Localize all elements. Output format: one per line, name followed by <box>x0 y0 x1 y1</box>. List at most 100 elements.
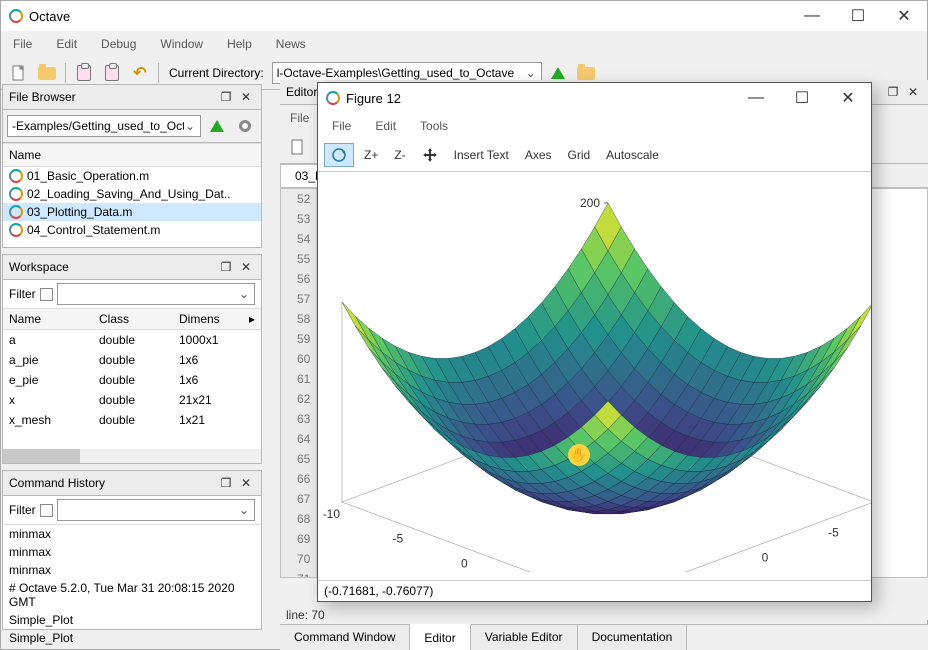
figure-canvas[interactable]: 050100150200-10-50510-10-50510 ✋ <box>318 172 871 572</box>
workspace-row[interactable]: e_piedouble1x6 <box>3 370 261 390</box>
octave-file-icon <box>9 205 23 219</box>
file-browser-path-input[interactable] <box>12 119 184 133</box>
panel-close-button[interactable]: ✕ <box>904 84 922 100</box>
figure-axes-button[interactable]: Axes <box>519 145 558 165</box>
workspace-row[interactable]: a_piedouble1x6 <box>3 350 261 370</box>
tab-command-window[interactable]: Command Window <box>280 625 410 650</box>
history-item[interactable]: minmax <box>3 543 261 561</box>
figure-status-bar: (-0.71681, -0.76077) <box>318 580 871 601</box>
rotate-cursor-icon: ✋ <box>568 444 590 466</box>
col-more[interactable]: ▸ <box>243 309 261 330</box>
up-arrow-icon <box>551 67 565 79</box>
editor-new-button[interactable] <box>286 135 310 159</box>
menu-help[interactable]: Help <box>223 35 256 53</box>
workspace-filter-combo[interactable]: ⌄ <box>57 283 255 305</box>
chevron-down-icon: ⌄ <box>525 66 537 80</box>
copy-button[interactable] <box>72 61 96 85</box>
file-browser-path-combo[interactable]: ⌄ <box>7 115 201 137</box>
var-class: double <box>93 330 173 351</box>
file-row[interactable]: 04_Control_Statement.m <box>3 221 261 239</box>
figure-grid-button[interactable]: Grid <box>562 145 597 165</box>
col-dimens[interactable]: Dimens <box>173 309 243 330</box>
menu-debug[interactable]: Debug <box>97 35 140 53</box>
window-maximize-button[interactable]: ☐ <box>835 1 881 31</box>
file-row[interactable]: 01_Basic_Operation.m <box>3 167 261 185</box>
tab-editor[interactable]: Editor <box>410 624 470 650</box>
open-folder-button[interactable] <box>35 61 59 85</box>
figure-close-button[interactable]: ✕ <box>825 83 871 113</box>
history-filter-checkbox[interactable] <box>40 504 53 517</box>
file-row[interactable]: 02_Loading_Saving_And_Using_Dat.. <box>3 185 261 203</box>
tab-documentation[interactable]: Documentation <box>578 625 688 650</box>
undo-arrow-icon: ↶ <box>133 63 146 83</box>
history-list[interactable]: minmax minmax minmax # Octave 5.2.0, Tue… <box>3 525 261 647</box>
main-titlebar: Octave — ☐ ✕ <box>1 1 927 31</box>
panel-close-button[interactable]: ✕ <box>237 475 255 491</box>
editor-status-line: line: 70 <box>280 605 331 625</box>
panel-undock-button[interactable]: ❐ <box>217 259 235 275</box>
figure-maximize-button[interactable]: ☐ <box>779 83 825 113</box>
file-browser-settings-button[interactable] <box>233 114 257 138</box>
figure-zoom-out-button[interactable]: Z- <box>388 145 411 165</box>
tab-variable-editor[interactable]: Variable Editor <box>471 625 578 650</box>
panel-undock-button[interactable]: ❐ <box>884 84 902 100</box>
menu-edit[interactable]: Edit <box>52 35 81 53</box>
window-close-button[interactable]: ✕ <box>881 1 927 31</box>
history-item[interactable]: minmax <box>3 525 261 543</box>
octave-logo-icon <box>326 91 340 105</box>
figure-coords: (-0.71681, -0.76077) <box>324 584 433 598</box>
figure-rotate-tool[interactable] <box>324 143 354 167</box>
file-list-header-name[interactable]: Name <box>3 143 261 167</box>
workspace-filter-checkbox[interactable] <box>40 288 53 301</box>
panel-close-button[interactable]: ✕ <box>237 89 255 105</box>
new-file-button[interactable] <box>7 61 31 85</box>
workspace-row[interactable]: x_meshdouble1x21 <box>3 410 261 430</box>
col-class[interactable]: Class <box>93 309 173 330</box>
window-minimize-button[interactable]: — <box>789 1 835 31</box>
chevron-down-icon: ⌄ <box>238 287 250 301</box>
workspace-filter-input[interactable] <box>62 287 238 301</box>
file-browser-up-button[interactable] <box>205 114 229 138</box>
figure-insert-text-button[interactable]: Insert Text <box>448 145 515 165</box>
history-filter-input[interactable] <box>62 503 238 517</box>
figure-menu-file[interactable]: File <box>328 117 355 135</box>
history-item[interactable]: # Octave 5.2.0, Tue Mar 31 20:08:15 2020… <box>3 579 261 611</box>
history-item[interactable]: Simple_Plot <box>3 629 261 647</box>
var-class: double <box>93 390 173 410</box>
svg-text:0: 0 <box>461 556 468 570</box>
file-name: 04_Control_Statement.m <box>27 223 160 237</box>
history-item[interactable]: Simple_Plot <box>3 611 261 629</box>
panel-undock-button[interactable]: ❐ <box>217 475 235 491</box>
workspace-hscroll[interactable] <box>3 449 261 463</box>
history-filter-label: Filter <box>9 503 36 517</box>
file-row-selected[interactable]: 03_Plotting_Data.m <box>3 203 261 221</box>
col-name[interactable]: Name <box>3 309 93 330</box>
octave-file-icon <box>9 169 23 183</box>
figure-pan-tool[interactable] <box>416 144 444 166</box>
workspace-row[interactable]: xdouble21x21 <box>3 390 261 410</box>
history-filter-combo[interactable]: ⌄ <box>57 499 255 521</box>
figure-menu-edit[interactable]: Edit <box>371 117 400 135</box>
figure-autoscale-button[interactable]: Autoscale <box>600 145 665 165</box>
menu-window[interactable]: Window <box>156 35 207 53</box>
gear-icon <box>237 118 253 134</box>
menu-news[interactable]: News <box>272 35 310 53</box>
file-browser-toolbar: ⌄ <box>3 110 261 143</box>
file-browser-list[interactable]: Name 01_Basic_Operation.m 02_Loading_Sav… <box>3 143 261 239</box>
paste-button[interactable] <box>100 61 124 85</box>
history-item[interactable]: minmax <box>3 561 261 579</box>
panel-close-button[interactable]: ✕ <box>237 259 255 275</box>
workspace-row[interactable]: adouble1000x1 <box>3 330 261 351</box>
chevron-down-icon: ⌄ <box>184 119 196 133</box>
panel-undock-button[interactable]: ❐ <box>217 89 235 105</box>
menu-file[interactable]: File <box>9 35 36 53</box>
figure-zoom-in-button[interactable]: Z+ <box>358 145 384 165</box>
figure-minimize-button[interactable]: — <box>733 83 779 113</box>
scrollbar-thumb[interactable] <box>3 449 80 463</box>
figure-menu-tools[interactable]: Tools <box>416 117 452 135</box>
current-directory-input[interactable] <box>277 66 525 80</box>
undo-button[interactable]: ↶ <box>128 61 152 85</box>
workspace-filter-row: Filter ⌄ <box>3 280 261 309</box>
editor-menu-file[interactable]: File <box>286 109 313 127</box>
file-name: 02_Loading_Saving_And_Using_Dat.. <box>27 187 231 201</box>
